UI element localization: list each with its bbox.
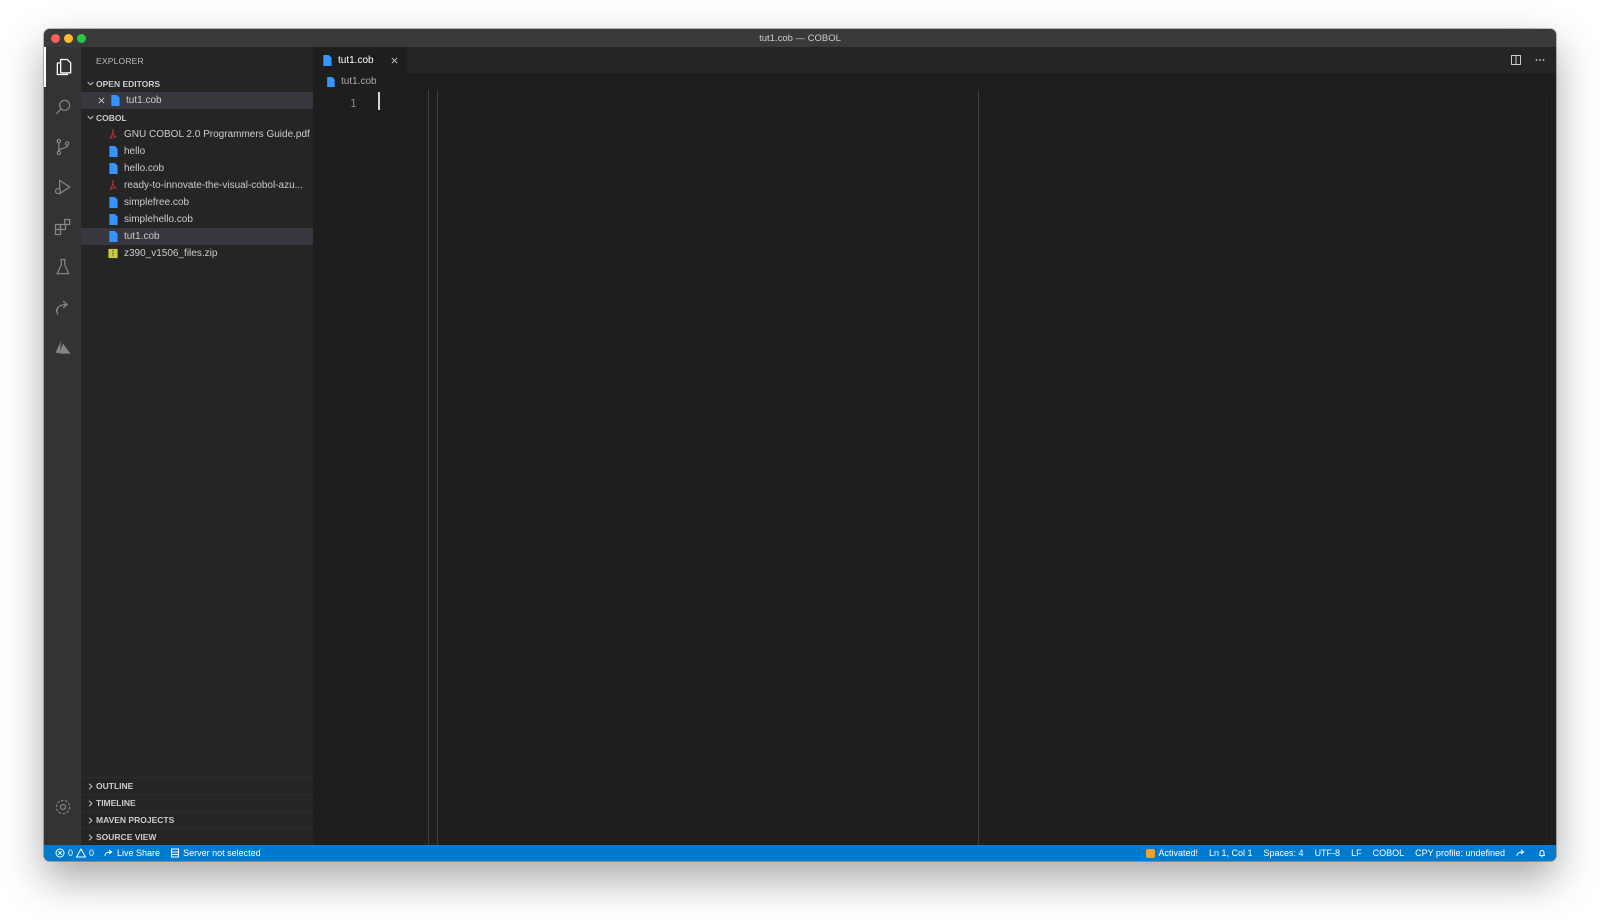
indent-ruler [437,90,438,845]
server-status[interactable]: Server not selected [170,848,261,858]
file-item[interactable]: z390_v1506_files.zip [81,245,313,262]
window-controls [51,34,86,43]
pdf-icon [108,180,118,191]
file-item[interactable]: simplehello.cob [81,211,313,228]
timeline-header[interactable]: TIMELINE [81,794,313,811]
file-icon [108,163,118,174]
extensions-icon [54,218,70,236]
file-item[interactable]: simplefree.cob [81,194,313,211]
warning-icon [76,848,87,858]
close-icon[interactable] [97,96,106,105]
maximize-window-button[interactable] [77,34,86,43]
cpy-profile-status[interactable]: CPY profile: undefined [1415,848,1505,858]
window-title: tut1.cob — COBOL [759,32,841,44]
flask-icon [55,258,70,275]
server-icon [171,848,180,858]
chevron-right-icon [85,815,96,826]
open-editors-header[interactable]: OPEN EDITORS [81,75,313,92]
explorer-sidebar: EXPLORER OPEN EDITORS tut1.cob COBOL GNU… [81,47,313,845]
live-share-status[interactable]: Live Share [104,848,160,858]
extensions-activity[interactable] [44,207,81,247]
vertical-scrollbar[interactable] [1546,90,1556,845]
sidebar-bottom-sections: OUTLINE TIMELINE MAVEN PROJECTS SOURCE V… [81,777,313,845]
activated-status[interactable]: Activated! [1146,848,1198,858]
bell-icon [1539,850,1545,858]
close-tab-icon[interactable] [390,56,399,65]
file-icon [110,95,120,106]
file-icon [108,197,118,208]
cobol-folder-header[interactable]: COBOL [81,109,313,126]
indent-ruler [428,90,429,845]
file-icon [108,231,118,242]
breadcrumb[interactable]: tut1.cob [313,73,1556,90]
column-ruler [978,90,979,845]
activity-bar [44,47,81,845]
close-window-button[interactable] [51,34,60,43]
language-mode-status[interactable]: COBOL [1373,848,1405,858]
source-view-header[interactable]: SOURCE VIEW [81,828,313,845]
search-icon [55,99,70,115]
encoding-status[interactable]: UTF-8 [1315,848,1341,858]
eol-status[interactable]: LF [1351,848,1362,858]
file-item-selected[interactable]: tut1.cob [81,228,313,245]
file-icon [326,76,335,87]
file-item[interactable]: GNU COBOL 2.0 Programmers Guide.pdf [81,126,313,143]
file-item[interactable]: ready-to-innovate-the-visual-cobol-azu..… [81,177,313,194]
chevron-right-icon [85,832,96,843]
file-icon [108,146,118,157]
live-share-icon [104,849,113,857]
notifications-status[interactable] [1537,848,1547,858]
chevron-right-icon [85,798,96,809]
feedback-icon [1516,849,1525,857]
open-editors-list: tut1.cob [81,92,313,109]
indentation-status[interactable]: Spaces: 4 [1264,848,1304,858]
more-actions-icon[interactable] [1534,54,1546,66]
azure-icon [55,340,70,354]
file-icon [108,214,118,225]
manage-activity[interactable] [44,787,81,827]
cursor-position-status[interactable]: Ln 1, Col 1 [1209,848,1253,858]
tab-bar: tut1.cob [313,47,1556,73]
explorer-activity[interactable] [44,47,81,87]
chevron-down-icon [85,78,96,89]
search-activity[interactable] [44,87,81,127]
error-icon [55,848,65,858]
azure-activity[interactable] [44,327,81,367]
file-icon [322,54,332,66]
run-debug-activity[interactable] [44,167,81,207]
title-bar: tut1.cob — COBOL [44,29,1556,47]
status-bar: 0 0 Live Share Server not selected Activ… [44,845,1556,861]
source-control-activity[interactable] [44,127,81,167]
live-share-activity[interactable] [44,287,81,327]
outline-header[interactable]: OUTLINE [81,777,313,794]
chevron-right-icon [85,781,96,792]
feedback-status[interactable] [1516,848,1526,858]
files-icon [56,58,71,76]
file-item[interactable]: hello [81,143,313,160]
editor-area: tut1.cob tut1.cob 1 [313,47,1556,845]
source-control-icon [56,138,69,156]
chevron-down-icon [85,112,96,123]
line-number: 1 [350,97,357,110]
text-cursor [378,92,380,110]
explorer-title: EXPLORER [96,56,144,66]
gear-icon [55,799,70,815]
file-item[interactable]: hello.cob [81,160,313,177]
file-tree: GNU COBOL 2.0 Programmers Guide.pdf hell… [81,126,313,262]
run-debug-icon [54,179,71,195]
vscode-window: tut1.cob — COBOL EXPLORER OPEN EDITORS t… [44,29,1556,861]
live-share-icon [55,300,68,315]
tab-tut1-cob[interactable]: tut1.cob [313,47,407,73]
maven-projects-header[interactable]: MAVEN PROJECTS [81,811,313,828]
extension-badge-icon [1146,848,1156,858]
open-editor-item[interactable]: tut1.cob [81,92,313,109]
minimize-window-button[interactable] [64,34,73,43]
zip-icon [108,248,118,259]
problems-status[interactable]: 0 0 [55,848,94,858]
pdf-icon [108,129,118,140]
editor-actions [1510,54,1546,66]
testing-activity[interactable] [44,247,81,287]
split-editor-icon[interactable] [1510,54,1522,66]
